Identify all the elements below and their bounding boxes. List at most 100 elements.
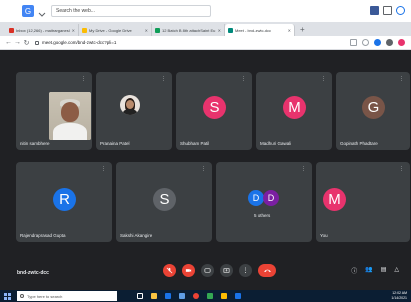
- sheets-icon: [155, 27, 160, 33]
- avatar: D: [263, 190, 279, 206]
- avatar: M: [323, 188, 346, 211]
- toolbar-right-icons: [370, 6, 405, 15]
- chat-icon[interactable]: ▤: [381, 266, 387, 275]
- web-search-input[interactable]: Search the web...: [51, 5, 211, 17]
- meet-icon: [228, 27, 233, 33]
- more-options-icon[interactable]: ⋮: [399, 166, 404, 172]
- captions-icon: [204, 268, 211, 273]
- close-icon[interactable]: ✕: [218, 28, 221, 33]
- tab-label: 12 Batch B 8th attachSaint Eu: [162, 27, 216, 33]
- download-icon[interactable]: [383, 6, 392, 15]
- captions-button[interactable]: [201, 264, 214, 277]
- more-options-icon[interactable]: ⋮: [301, 166, 306, 172]
- share-icon[interactable]: [350, 39, 357, 46]
- participant-tile[interactable]: S ⋮ Sakshi Akangire: [116, 162, 212, 242]
- app-icon[interactable]: [221, 293, 227, 299]
- participant-tile[interactable]: M ⋮ Madhuri Gawali: [256, 72, 332, 150]
- close-icon[interactable]: ✕: [72, 28, 75, 33]
- camera-off-button[interactable]: [182, 264, 195, 277]
- tab-label: Meet - bnd-zwtc-dcc: [235, 27, 272, 33]
- app-toolbar: G Search the web...: [0, 0, 411, 22]
- taskbar-apps: [137, 293, 241, 299]
- taskbar-search-placeholder: Type here to search: [27, 293, 63, 299]
- info-icon[interactable]: ⓘ: [351, 266, 357, 275]
- search-icon: [20, 294, 24, 298]
- participant-tile-self[interactable]: M ⋮ You: [316, 162, 410, 242]
- meeting-controls: ⋮: [163, 264, 276, 277]
- url-field[interactable]: meet.google.com/bnd-zwtc-dcc?pli=1: [35, 40, 116, 45]
- screen: G Search the web... Inbox (12,266) - mai…: [0, 0, 411, 302]
- activities-icon[interactable]: △: [394, 266, 399, 275]
- forward-icon[interactable]: →: [13, 39, 22, 46]
- app-icon[interactable]: [207, 293, 213, 299]
- avatar: M: [283, 96, 306, 119]
- meet-stage: ⋮ nitin sambhere ⋮ Pranaina Patel S ⋮ Sh…: [0, 51, 411, 286]
- more-vert-icon: ⋮: [242, 268, 249, 274]
- more-options-button[interactable]: ⋮: [239, 264, 252, 277]
- people-icon[interactable]: 👥: [365, 266, 372, 275]
- reload-icon[interactable]: ↻: [22, 39, 31, 47]
- participant-tile[interactable]: R ⋮ Rajendraprasad Gupta: [16, 162, 112, 242]
- windows-start-icon[interactable]: [4, 292, 11, 300]
- tab-meet[interactable]: Meet - bnd-zwtc-dcc ✕: [225, 24, 295, 36]
- present-button[interactable]: [220, 264, 233, 277]
- participant-tile-others[interactable]: D D 5 others ⋮: [216, 162, 312, 242]
- system-clock[interactable]: 12:02 AM 1/14/2021: [391, 291, 407, 300]
- app-icon[interactable]: [235, 293, 241, 299]
- new-tab-button[interactable]: +: [295, 24, 310, 36]
- facebook-icon[interactable]: [370, 6, 379, 15]
- back-icon[interactable]: ←: [4, 39, 13, 46]
- more-options-icon[interactable]: ⋮: [399, 76, 404, 82]
- task-view-icon[interactable]: [137, 293, 143, 299]
- meeting-side-controls: ⓘ 👥 ▤ △: [351, 266, 399, 275]
- svg-text:G: G: [25, 7, 31, 16]
- more-options-icon[interactable]: ⋮: [201, 166, 206, 172]
- browser-tab-strip: Inbox (12,266) - maitrarganesl ✕ My Driv…: [0, 22, 411, 36]
- mic-off-button[interactable]: [163, 264, 176, 277]
- profile-avatar[interactable]: [398, 39, 405, 46]
- google-icon[interactable]: G: [22, 5, 34, 17]
- participant-tile[interactable]: S ⋮ Shubham Patil: [176, 72, 252, 150]
- extension-icon[interactable]: [386, 39, 393, 46]
- taskbar-search-input[interactable]: Type here to search: [17, 291, 117, 301]
- file-explorer-icon[interactable]: [151, 293, 157, 299]
- more-options-icon[interactable]: ⋮: [241, 76, 246, 82]
- more-options-icon[interactable]: ⋮: [101, 166, 106, 172]
- lock-icon[interactable]: [35, 40, 39, 45]
- extension-icon[interactable]: [374, 39, 381, 46]
- participant-video: [49, 92, 91, 140]
- leave-call-button[interactable]: [258, 264, 276, 277]
- store-icon[interactable]: [165, 293, 171, 299]
- menu-chevron-icon[interactable]: [37, 6, 47, 17]
- camera-off-icon: [185, 269, 192, 272]
- close-icon[interactable]: ✕: [288, 28, 291, 33]
- avatar: D: [248, 190, 264, 206]
- search-placeholder: Search the web...: [56, 8, 95, 14]
- mail-icon[interactable]: [179, 293, 185, 299]
- drive-icon: [82, 27, 87, 33]
- clock-time: 12:02 AM: [392, 291, 407, 295]
- participant-tile[interactable]: G ⋮ Gopinath Phadtare: [336, 72, 410, 150]
- more-options-icon[interactable]: ⋮: [161, 76, 166, 82]
- mic-off-icon: [166, 267, 173, 274]
- participant-name: Rajendraprasad Gupta: [20, 233, 66, 238]
- meeting-code: bnd-zwtc-dcc: [17, 270, 49, 276]
- star-icon[interactable]: [362, 39, 369, 46]
- url-text: meet.google.com/bnd-zwtc-dcc?pli=1: [42, 40, 117, 45]
- tab-sheet[interactable]: 12 Batch B 8th attachSaint Eu ✕: [152, 24, 225, 36]
- participant-tile[interactable]: ⋮ Pranaina Patel: [96, 72, 172, 150]
- more-options-icon[interactable]: ⋮: [81, 76, 86, 82]
- tab-drive[interactable]: My Drive - Google Drive ✕: [79, 24, 152, 36]
- avatar: S: [203, 96, 226, 119]
- address-bar: ← → ↻ meet.google.com/bnd-zwtc-dcc?pli=1: [0, 36, 411, 50]
- power-icon[interactable]: [396, 6, 405, 15]
- participant-name: You: [320, 233, 328, 238]
- chrome-icon[interactable]: [193, 293, 199, 299]
- participant-tile[interactable]: ⋮ nitin sambhere: [16, 72, 92, 150]
- os-taskbar: Type here to search 12:02 AM 1/14/2021: [0, 290, 411, 302]
- more-options-icon[interactable]: ⋮: [321, 76, 326, 82]
- participant-name: nitin sambhere: [20, 141, 50, 146]
- participant-name: Gopinath Phadtare: [340, 141, 378, 146]
- close-icon[interactable]: ✕: [145, 28, 148, 33]
- tab-gmail[interactable]: Inbox (12,266) - maitrarganesl ✕: [6, 24, 79, 36]
